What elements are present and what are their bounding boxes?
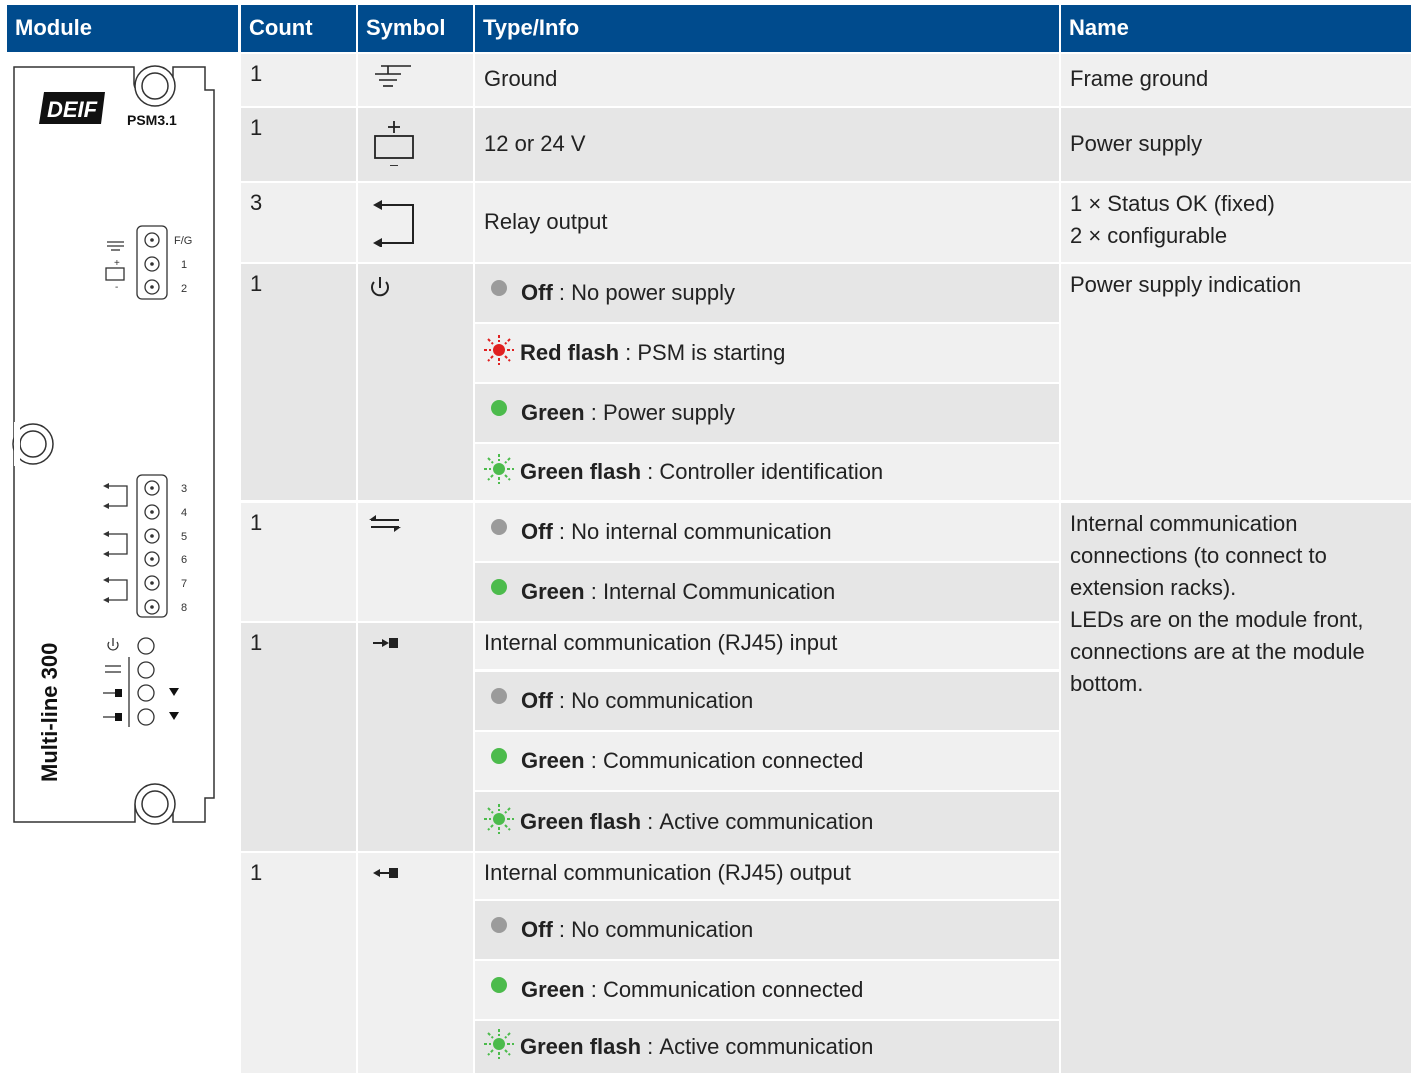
row5-count: 1 xyxy=(241,503,356,621)
green-flash-indicator xyxy=(484,803,514,834)
row5-name: Internal communication connections (to c… xyxy=(1061,503,1411,1073)
led-green-indicator xyxy=(491,400,507,416)
row4-name: Power supply indication xyxy=(1061,264,1411,500)
row4-symbol xyxy=(358,264,473,500)
red-flash-indicator xyxy=(484,335,514,365)
row7-count: 1 xyxy=(241,853,356,1073)
row2-name: Power supply xyxy=(1061,108,1411,181)
row7-type: Internal communication (RJ45) output xyxy=(475,853,1059,899)
relay-icon xyxy=(373,200,414,248)
ground-icon xyxy=(375,65,411,87)
header-symbol: Symbol xyxy=(358,5,473,52)
led-off-indicator xyxy=(491,688,507,704)
led-green-indicator xyxy=(491,579,507,595)
led-row: Green flash : Active communication xyxy=(475,792,1059,851)
led-off-indicator xyxy=(491,280,507,296)
led-row: Green flash : Controller identification xyxy=(475,444,1059,500)
brand-text: DEIF xyxy=(47,97,98,122)
module-info-table: Module Count Symbol Type/Info Name DEIF … xyxy=(7,5,1411,1073)
svg-text:6: 6 xyxy=(181,554,187,566)
svg-text:7: 7 xyxy=(181,578,187,590)
header-count: Count xyxy=(241,5,356,52)
deif-logo: DEIF xyxy=(39,92,105,124)
row2-type: 12 or 24 V xyxy=(475,108,1059,181)
led-row: Off : No power supply xyxy=(475,264,1059,322)
led-row: Off : No internal communication xyxy=(475,503,1059,561)
row6-count: 1 xyxy=(241,623,356,851)
svg-text:F/G: F/G xyxy=(174,235,192,247)
row6-symbol xyxy=(358,623,473,851)
product-name-text: Multi-line 300 xyxy=(37,643,62,782)
row1-count: 1 xyxy=(241,54,356,106)
rj45-output-icon xyxy=(373,868,398,878)
row1-name: Frame ground xyxy=(1061,54,1411,106)
internal-comm-icon xyxy=(369,515,401,532)
led-row: Green : Communication connected xyxy=(475,732,1059,790)
svg-text:+: + xyxy=(114,258,120,269)
module-drawing: DEIF PSM3.1 + - F/G 1 2 3 4 5 6 7 8 Mult… xyxy=(7,52,240,1073)
header-name: Name xyxy=(1061,5,1411,52)
svg-text:1: 1 xyxy=(181,259,187,271)
row1-symbol xyxy=(358,54,473,106)
led-row: Off : No communication xyxy=(475,672,1059,730)
row3-symbol xyxy=(358,183,473,262)
led-green-indicator xyxy=(491,977,507,993)
model-text: PSM3.1 xyxy=(127,112,177,128)
row3-name: 1 × Status OK (fixed) 2 × configurable xyxy=(1061,183,1411,262)
led-off-indicator xyxy=(491,917,507,933)
led-row: Green flash : Active communication xyxy=(475,1021,1059,1073)
rj45-input-icon xyxy=(373,638,398,648)
led-off-indicator xyxy=(491,519,507,535)
led-green-indicator xyxy=(491,748,507,764)
led-row: Green : Internal Communication xyxy=(475,563,1059,621)
row2-symbol xyxy=(358,108,473,181)
svg-text:4: 4 xyxy=(181,507,187,519)
green-flash-indicator xyxy=(484,454,514,484)
led-row: Green : Power supply xyxy=(475,384,1059,442)
svg-text:8: 8 xyxy=(181,602,187,614)
led-row: Off : No communication xyxy=(475,901,1059,959)
svg-text:5: 5 xyxy=(181,531,187,543)
row3-type: Relay output xyxy=(475,183,1059,262)
battery-icon xyxy=(374,121,414,167)
row5-symbol xyxy=(358,503,473,621)
row1-type: Ground xyxy=(475,54,1059,106)
svg-text:-: - xyxy=(115,282,118,293)
row3-count: 3 xyxy=(241,183,356,262)
header-type-info: Type/Info xyxy=(475,5,1059,52)
svg-text:3: 3 xyxy=(181,483,187,495)
header-module: Module xyxy=(7,5,238,52)
green-flash-indicator xyxy=(484,1029,514,1059)
row4-count: 1 xyxy=(241,264,356,500)
svg-text:2: 2 xyxy=(181,283,187,295)
led-row: Green : Communication connected xyxy=(475,961,1059,1019)
row6-type: Internal communication (RJ45) input xyxy=(475,623,1059,669)
row2-count: 1 xyxy=(241,108,356,181)
led-row: Red flash : PSM is starting xyxy=(475,324,1059,382)
power-icon xyxy=(371,277,389,297)
row7-symbol xyxy=(358,853,473,1073)
